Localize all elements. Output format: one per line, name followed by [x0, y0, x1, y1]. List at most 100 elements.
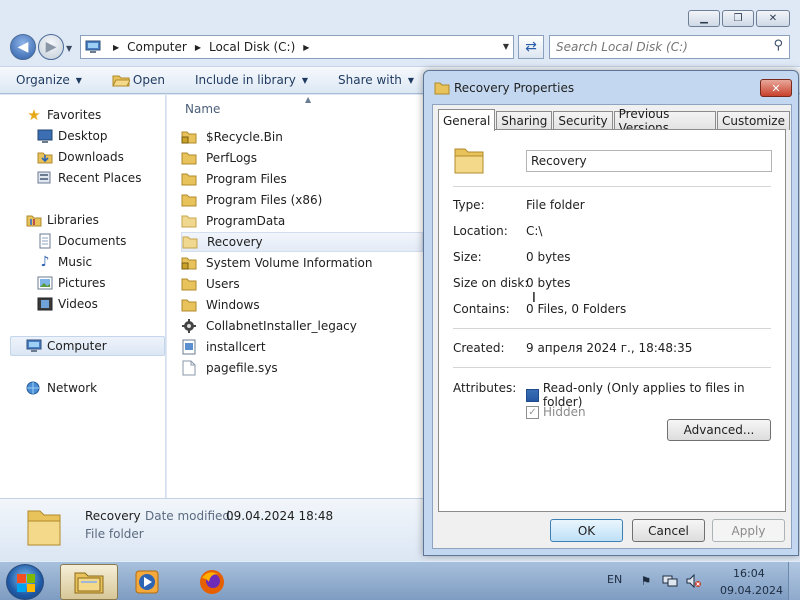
list-item[interactable]: Program Files (x86): [181, 190, 423, 210]
recent-pages-dropdown[interactable]: ▼: [66, 44, 72, 53]
share-with-button[interactable]: Share with ▼: [338, 73, 414, 87]
nav-favorites-label: Favorites: [47, 108, 102, 122]
breadcrumb-separator-icon[interactable]: ▶: [303, 43, 309, 52]
breadcrumb-separator-icon[interactable]: ▶: [113, 43, 119, 52]
nav-documents-label: Documents: [58, 234, 127, 248]
list-item[interactable]: Program Files: [181, 169, 423, 189]
nav-pictures[interactable]: Pictures: [37, 273, 106, 293]
computer-icon: [26, 338, 42, 354]
nav-computer-label: Computer: [47, 339, 107, 353]
apply-button[interactable]: Apply: [712, 519, 785, 542]
list-item-selected[interactable]: Recovery: [181, 232, 423, 252]
tab-security[interactable]: Security: [553, 111, 613, 130]
search-icon[interactable]: ⚲: [773, 38, 783, 53]
contains-value: 0 Files, 0 Folders: [526, 302, 627, 316]
size-on-disk-value: 0 bytes: [526, 276, 571, 290]
network-status-icon[interactable]: [662, 573, 678, 589]
list-item[interactable]: $Recycle.Bin: [181, 127, 423, 147]
list-item-label: PerfLogs: [206, 151, 258, 165]
list-item[interactable]: pagefile.sys: [181, 358, 423, 378]
window-caption-buttons: ▁ ❐ ✕: [688, 10, 790, 27]
list-item-label: Windows: [206, 298, 260, 312]
nav-computer[interactable]: Computer: [10, 336, 165, 356]
forward-button[interactable]: ▶: [38, 34, 64, 60]
clock-date[interactable]: 09.04.2024: [720, 584, 783, 597]
dialog-close-button[interactable]: ✕: [760, 79, 792, 97]
folder-name-field[interactable]: [526, 150, 772, 172]
list-item[interactable]: installcert: [181, 337, 423, 357]
divider: [453, 367, 771, 368]
language-indicator[interactable]: EN: [607, 573, 622, 586]
file-icon: [181, 339, 197, 355]
taskbar-explorer-button[interactable]: [60, 564, 118, 600]
recent-places-icon: [37, 170, 53, 186]
nav-pictures-label: Pictures: [58, 276, 106, 290]
back-button[interactable]: ◀: [10, 34, 36, 60]
nav-recent-places[interactable]: Recent Places: [37, 168, 141, 188]
locked-folder-icon: [181, 255, 197, 271]
start-button[interactable]: [6, 564, 44, 600]
maximize-button[interactable]: ❐: [722, 10, 754, 27]
nav-documents[interactable]: Documents: [37, 231, 126, 251]
minimize-button[interactable]: ▁: [688, 10, 720, 27]
include-in-library-label: Include in library: [194, 73, 296, 87]
tab-previous-versions[interactable]: Previous Versions: [613, 107, 716, 135]
address-bar[interactable]: ▶ Computer ▶ Local Disk (C:) ▶ ▼: [80, 35, 514, 59]
open-button[interactable]: Open: [112, 73, 165, 87]
list-item-label: ProgramData: [206, 214, 286, 228]
organize-label: Organize: [16, 73, 70, 87]
installer-icon: [181, 318, 197, 334]
list-item[interactable]: PerfLogs: [181, 148, 423, 168]
size-on-disk-label: Size on disk:: [453, 276, 529, 290]
tab-general[interactable]: General: [438, 109, 496, 131]
folder-icon: [181, 171, 197, 187]
list-item[interactable]: Windows: [181, 295, 423, 315]
taskbar-media-player-button[interactable]: [118, 564, 176, 600]
close-button[interactable]: ✕: [756, 10, 790, 27]
column-header-name[interactable]: Name: [185, 102, 220, 116]
nav-network[interactable]: Network: [26, 378, 97, 398]
breadcrumb-computer[interactable]: Computer: [127, 40, 187, 54]
dialog-body: General Sharing Security Previous Versio…: [432, 104, 792, 549]
forward-arrow-icon: ▶: [45, 39, 57, 55]
cancel-button[interactable]: Cancel: [632, 519, 705, 542]
include-in-library-button[interactable]: Include in library ▼: [195, 73, 308, 87]
list-item-label: $Recycle.Bin: [206, 130, 283, 144]
volume-muted-icon[interactable]: [686, 573, 702, 589]
details-date-modified-value: 09.04.2024 18:48: [226, 509, 334, 523]
organize-button[interactable]: Organize ▼: [16, 73, 82, 87]
tab-customize[interactable]: Customize: [717, 111, 790, 130]
nav-libraries[interactable]: Libraries: [26, 210, 99, 230]
hidden-checkbox[interactable]: ✓ Hidden: [526, 405, 586, 419]
nav-music[interactable]: ♪ Music: [37, 252, 93, 272]
show-desktop-button[interactable]: [788, 562, 800, 600]
folder-icon: [181, 213, 197, 229]
taskbar: EN ⚑ 16:04 09.04.2024: [0, 561, 800, 600]
list-item-label: Program Files (x86): [206, 193, 323, 207]
list-item[interactable]: ProgramData: [181, 211, 423, 231]
advanced-button[interactable]: Advanced...: [667, 419, 771, 441]
list-item[interactable]: CollabnetInstaller_legacy: [181, 316, 423, 336]
nav-desktop[interactable]: Desktop: [37, 126, 108, 146]
refresh-button[interactable]: ⇄: [518, 35, 544, 59]
divider: [453, 186, 771, 187]
search-input[interactable]: [556, 40, 756, 54]
nav-videos[interactable]: Videos: [37, 294, 98, 314]
clock-time[interactable]: 16:04: [733, 567, 765, 580]
nav-favorites[interactable]: ★ Favorites: [26, 105, 101, 125]
list-item[interactable]: System Volume Information: [181, 253, 423, 273]
nav-downloads[interactable]: Downloads: [37, 147, 124, 167]
details-type: File folder: [85, 527, 144, 541]
file-list: ▲ Name $Recycle.Bin PerfLogs Program Fil…: [167, 95, 424, 498]
tab-sharing[interactable]: Sharing: [496, 111, 553, 130]
breadcrumb-separator-icon[interactable]: ▶: [195, 43, 201, 52]
refresh-icon: ⇄: [525, 39, 537, 55]
taskbar-firefox-button[interactable]: [183, 564, 241, 600]
address-dropdown-icon[interactable]: ▼: [503, 42, 509, 51]
chevron-down-icon: ▼: [301, 75, 308, 85]
breadcrumb-local-disk[interactable]: Local Disk (C:): [209, 40, 295, 54]
divider: [453, 328, 771, 329]
action-center-flag-icon[interactable]: ⚑: [638, 573, 654, 589]
ok-button[interactable]: OK: [550, 519, 623, 542]
list-item[interactable]: Users: [181, 274, 423, 294]
